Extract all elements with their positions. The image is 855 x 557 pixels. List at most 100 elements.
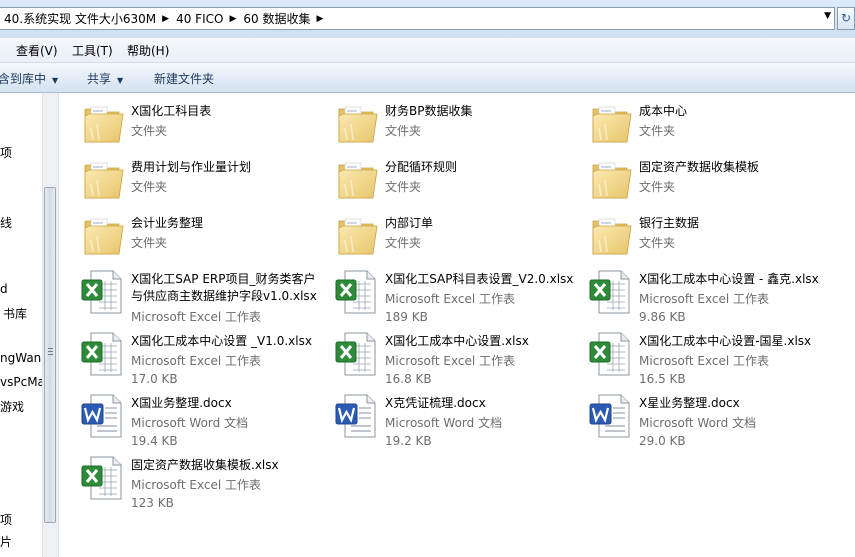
word-icon [333,392,381,440]
item-type: Microsoft Word 文档 [639,416,757,430]
item-type: 文件夹 [131,236,168,250]
item-size: 123 KB [131,496,174,510]
breadcrumb-separator-icon[interactable]: ▶ [159,14,173,24]
address-bar-area: 40.系统实现 文件大小630M ▶ 40 FICO ▶ 60 数据收集 ▶ ▼… [0,0,855,38]
menu-bar: 查看(V) 工具(T) 帮助(H) [0,38,855,63]
item-type: 文件夹 [639,180,676,194]
list-item[interactable]: 费用计划与作业量计划 文件夹 [79,156,329,208]
item-name: 财务BP数据收集 [385,104,473,118]
item-name: X国业务整理.docx [131,396,232,410]
item-name: X国化工成本中心设置 - 鑫克.xlsx [639,272,819,286]
list-item[interactable]: 财务BP数据收集 文件夹 [333,100,583,152]
list-item[interactable]: X国化工科目表 文件夹 [79,100,329,152]
item-name: X国化工SAP科目表设置_V2.0.xlsx [385,272,574,286]
item-name: 银行主数据 [639,216,700,230]
item-type: Microsoft Excel 工作表 [385,354,516,368]
excel-icon [333,268,381,316]
menu-view[interactable]: 查看(V) [16,42,58,59]
item-name: X国化工成本中心设置 _V1.0.xlsx [131,334,312,348]
list-item[interactable]: 内部订单 文件夹 [333,212,583,264]
item-type: 文件夹 [131,180,168,194]
item-size: 17.0 KB [131,372,178,386]
folder-icon [79,100,127,148]
item-type: 文件夹 [131,124,168,138]
nav-item[interactable]: ngWan [0,351,41,365]
list-item[interactable]: X星业务整理.docx Microsoft Word 文档 29.0 KB [587,392,837,448]
nav-item[interactable]: 项 [0,144,12,161]
list-item[interactable]: 分配循环规则 文件夹 [333,156,583,208]
breadcrumb-item[interactable]: 40.系统实现 文件大小630M [1,10,159,27]
list-item[interactable]: 会计业务整理 文件夹 [79,212,329,264]
menu-tools[interactable]: 工具(T) [72,42,113,59]
list-item[interactable]: 固定资产数据收集模板 文件夹 [587,156,837,208]
list-item[interactable]: X国化工成本中心设置-国星.xlsx Microsoft Excel 工作表 1… [587,330,837,386]
nav-scrollbar-thumb[interactable] [44,187,56,523]
list-item[interactable]: X国化工成本中心设置 - 鑫克.xlsx Microsoft Excel 工作表… [587,268,837,324]
list-item[interactable]: X国化工成本中心设置 _V1.0.xlsx Microsoft Excel 工作… [79,330,329,386]
list-item[interactable]: X国化工SAP科目表设置_V2.0.xlsx Microsoft Excel 工… [333,268,583,324]
nav-scrollbar[interactable] [42,93,58,557]
item-type: 文件夹 [639,124,676,138]
item-name: 费用计划与作业量计划 [131,160,252,174]
nav-item[interactable]: 线 [0,214,12,231]
list-item[interactable]: X国业务整理.docx Microsoft Word 文档 19.4 KB [79,392,329,448]
nav-item[interactable]: vsPcMa [0,375,45,389]
include-in-library-button[interactable]: 含到库中 ▼ [0,70,58,87]
folder-icon [333,212,381,260]
breadcrumb-item[interactable]: 60 数据收集 [240,10,313,27]
folder-icon [79,156,127,204]
address-bar[interactable]: 40.系统实现 文件大小630M ▶ 40 FICO ▶ 60 数据收集 ▶ ▼ [0,7,835,30]
item-type: Microsoft Excel 工作表 [385,292,516,306]
nav-item[interactable]: d [0,282,8,296]
excel-icon [79,268,127,316]
item-size: 189 KB [385,310,428,324]
list-item[interactable]: X国化工成本中心设置.xlsx Microsoft Excel 工作表 16.8… [333,330,583,386]
include-in-library-label: 含到库中 [0,72,47,86]
nav-item[interactable]: 项 [0,511,12,528]
list-item[interactable]: 成本中心 文件夹 [587,100,837,152]
item-type: 文件夹 [385,180,422,194]
item-name: 固定资产数据收集模板 [639,160,760,174]
list-item[interactable]: X国化工SAP ERP项目_财务类客户与供应商主数据维护字段v1.0.xlsx … [79,268,329,324]
list-item[interactable]: X克凭证梳理.docx Microsoft Word 文档 19.2 KB [333,392,583,448]
menu-help[interactable]: 帮助(H) [127,42,169,59]
address-history-dropdown-icon[interactable]: ▼ [824,11,831,21]
item-size: 19.2 KB [385,434,432,448]
list-item[interactable]: 银行主数据 文件夹 [587,212,837,264]
share-button[interactable]: 共享 ▼ [87,70,123,87]
dropdown-arrow-icon: ▼ [117,76,124,85]
item-name: X星业务整理.docx [639,396,740,410]
item-type: 文件夹 [385,124,422,138]
new-folder-button[interactable]: 新建文件夹 [154,70,214,87]
item-type: Microsoft Excel 工作表 [131,478,262,492]
item-size: 16.5 KB [639,372,686,386]
folder-icon [587,100,635,148]
excel-icon [79,454,127,502]
nav-item[interactable]: 游戏 [0,398,24,415]
item-type: 文件夹 [385,236,422,250]
word-icon [79,392,127,440]
command-bar: 含到库中 ▼ 共享 ▼ 新建文件夹 [0,63,855,93]
item-type: Microsoft Word 文档 [131,416,249,430]
item-name: X国化工成本中心设置.xlsx [385,334,529,348]
item-size: 9.86 KB [639,310,686,324]
item-type: Microsoft Word 文档 [385,416,503,430]
dropdown-arrow-icon: ▼ [52,76,59,85]
breadcrumb-item[interactable]: 40 FICO [173,12,226,26]
nav-item[interactable]: 书库 [3,305,27,322]
folder-icon [333,156,381,204]
item-name: X国化工SAP ERP项目_财务类客户与供应商主数据维护字段v1.0.xlsx [131,272,317,303]
refresh-button[interactable]: ↻ [837,7,855,30]
item-name: X克凭证梳理.docx [385,396,486,410]
item-type: Microsoft Excel 工作表 [639,354,770,368]
breadcrumb-separator-icon[interactable]: ▶ [313,14,327,24]
item-name: 分配循环规则 [385,160,458,174]
folder-icon [587,156,635,204]
breadcrumb-separator-icon[interactable]: ▶ [226,14,240,24]
refresh-icon: ↻ [840,11,852,25]
share-label: 共享 [87,72,112,86]
item-size: 16.8 KB [385,372,432,386]
nav-item[interactable]: 片 [0,533,12,550]
list-item[interactable]: 固定资产数据收集模板.xlsx Microsoft Excel 工作表 123 … [79,454,329,510]
item-type: Microsoft Excel 工作表 [131,310,262,324]
